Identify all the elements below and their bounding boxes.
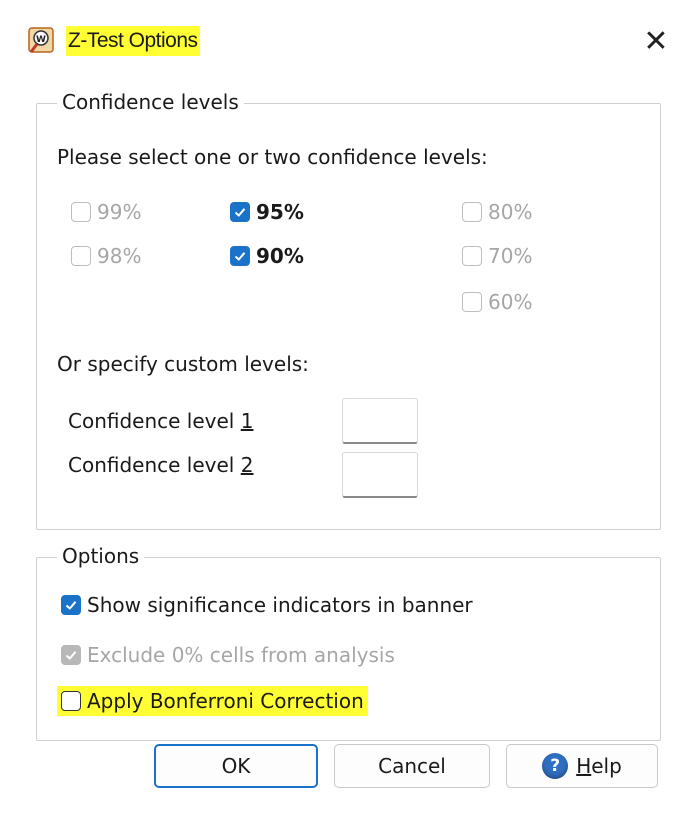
checkbox-box <box>61 691 81 711</box>
ok-button-label: OK <box>221 754 251 778</box>
checkbox-box <box>462 292 482 312</box>
ok-button[interactable]: OK <box>154 744 318 788</box>
svg-text:W: W <box>36 35 46 45</box>
checkbox-box <box>71 246 91 266</box>
checkbox-box <box>61 645 81 665</box>
checkmark-icon <box>65 651 77 660</box>
checkbox-95[interactable]: 95% <box>230 199 304 225</box>
help-button[interactable]: ? Help <box>506 744 658 788</box>
options-legend: Options <box>57 543 145 569</box>
checkbox-box <box>462 202 482 222</box>
checkmark-icon <box>234 208 246 217</box>
checkbox-80[interactable]: 80% <box>462 199 532 225</box>
confidence-level-1-input[interactable] <box>342 398 418 444</box>
close-button[interactable]: ✕ <box>636 22 676 62</box>
checkbox-label: 90% <box>256 244 304 268</box>
checkbox-box <box>462 246 482 266</box>
checkbox-99[interactable]: 99% <box>71 199 141 225</box>
checkbox-box <box>61 595 81 615</box>
show-significance-checkbox[interactable]: Show significance indicators in banner <box>61 592 473 618</box>
checkbox-label: 98% <box>97 244 142 268</box>
checkbox-label: Show significance indicators in banner <box>87 593 473 617</box>
cancel-button[interactable]: Cancel <box>334 744 490 788</box>
custom-levels-prompt: Or specify custom levels: <box>57 352 309 376</box>
checkbox-label: Exclude 0% cells from analysis <box>87 643 395 667</box>
help-label-rest: elp <box>591 754 622 778</box>
confidence-level-2-input[interactable] <box>342 452 418 498</box>
confidence-level-1-label: Confidence level 1 <box>68 408 253 434</box>
app-icon: W <box>28 27 54 53</box>
checkbox-box <box>230 246 250 266</box>
access-key: 1 <box>240 409 254 433</box>
close-icon: ✕ <box>643 24 669 59</box>
confidence-levels-legend: Confidence levels <box>57 89 244 115</box>
checkbox-label: Apply Bonferroni Correction <box>87 689 364 713</box>
help-icon: ? <box>542 753 569 779</box>
checkbox-box <box>230 202 250 222</box>
checkbox-98[interactable]: 98% <box>71 243 141 269</box>
checkmark-icon <box>234 252 246 261</box>
window-title: Z-Test Options <box>66 26 200 56</box>
cancel-button-label: Cancel <box>378 754 446 778</box>
label-prefix: Confidence level <box>68 453 241 477</box>
confidence-level-2-label: Confidence level 2 <box>68 452 253 478</box>
z-test-options-dialog: W Z-Test Options ✕ Confidence levels Ple… <box>0 0 684 821</box>
access-key: H <box>576 754 592 778</box>
checkbox-label: 60% <box>488 290 533 314</box>
checkbox-90[interactable]: 90% <box>230 243 304 269</box>
help-button-label: Help <box>576 754 622 778</box>
title-bar: W Z-Test Options ✕ <box>0 0 684 82</box>
checkbox-70[interactable]: 70% <box>462 243 532 269</box>
label-prefix: Confidence level <box>68 409 241 433</box>
exclude-zero-cells-checkbox[interactable]: Exclude 0% cells from analysis <box>61 642 395 668</box>
checkbox-label: 80% <box>488 200 533 224</box>
access-key: 2 <box>240 453 254 477</box>
confidence-instruction: Please select one or two confidence leve… <box>57 145 488 169</box>
checkbox-box <box>71 202 91 222</box>
checkbox-label: 99% <box>97 200 142 224</box>
checkbox-60[interactable]: 60% <box>462 289 532 315</box>
checkbox-label: 70% <box>488 244 533 268</box>
checkbox-label: 95% <box>256 200 304 224</box>
bonferroni-checkbox[interactable]: Apply Bonferroni Correction <box>57 686 368 716</box>
checkmark-icon <box>65 601 77 610</box>
